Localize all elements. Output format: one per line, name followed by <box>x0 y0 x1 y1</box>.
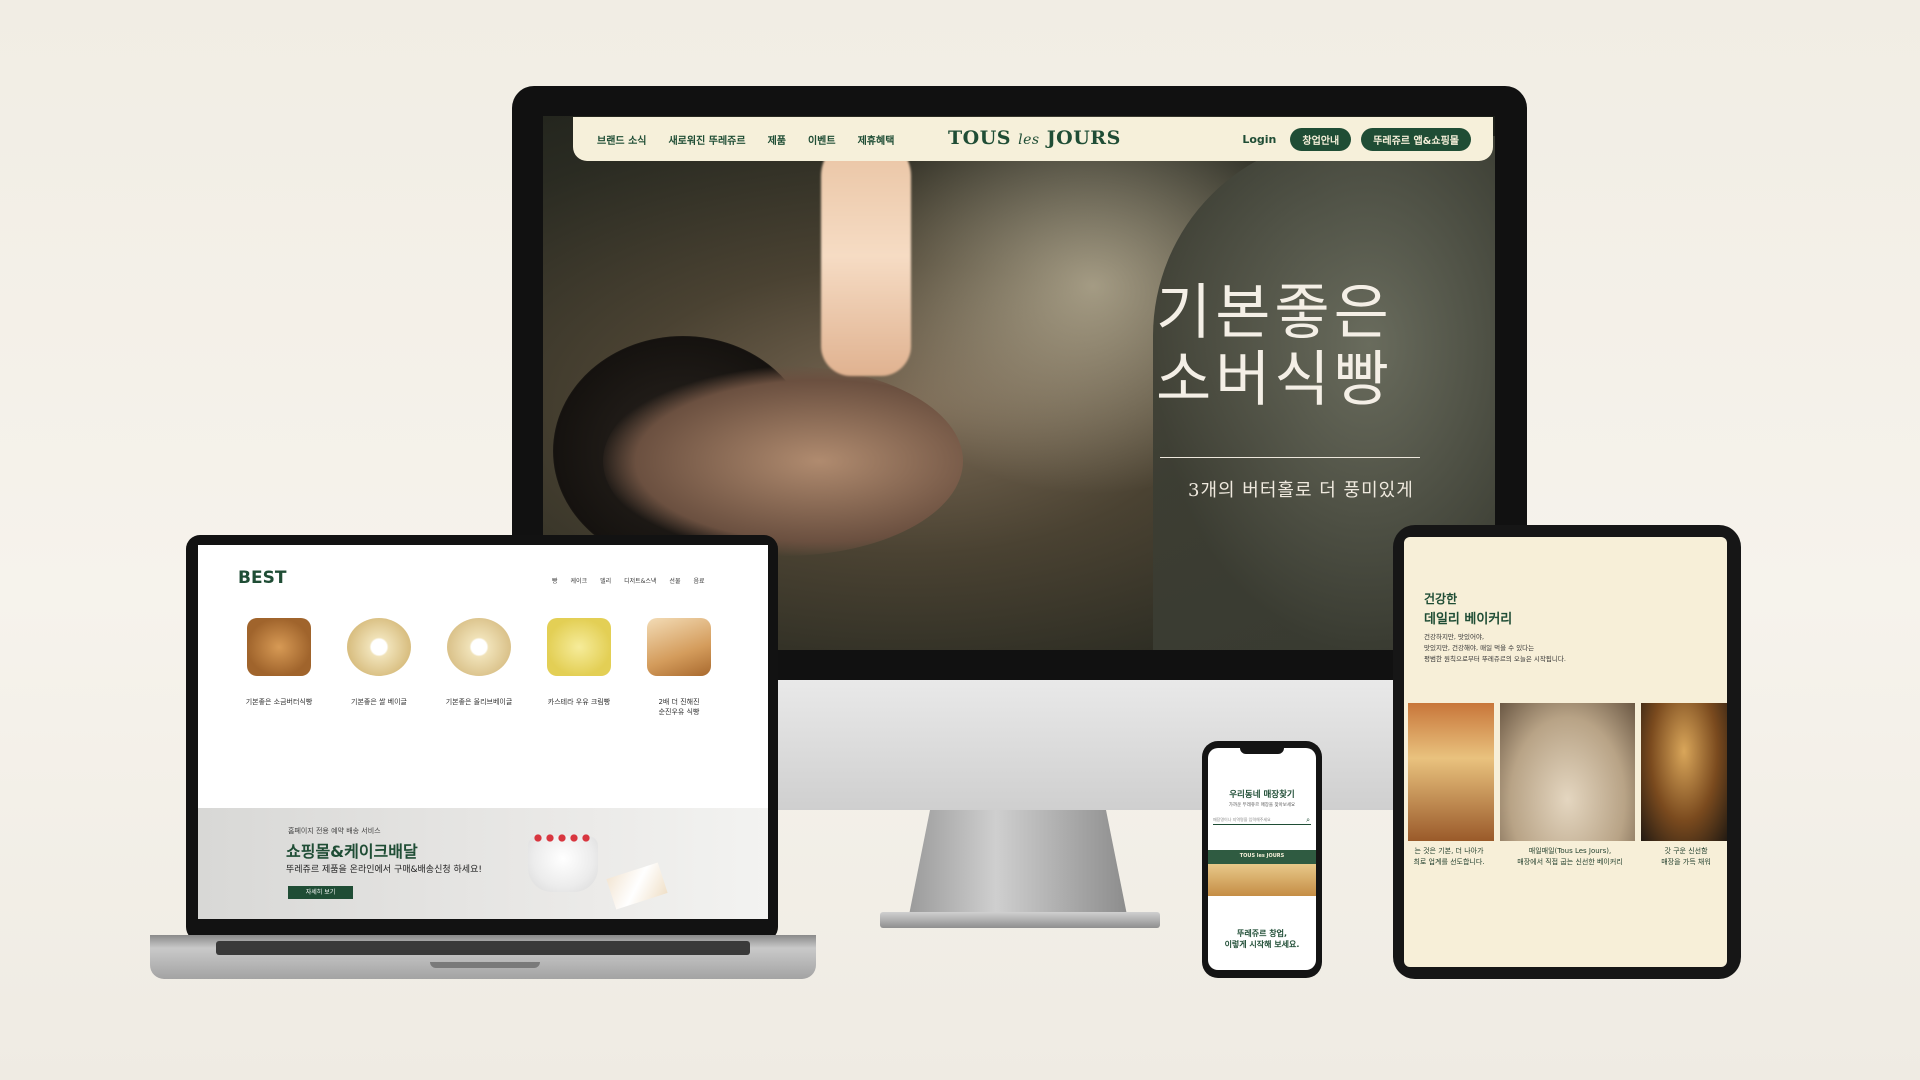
store-finder-title: 우리동네 매장찾기 <box>1229 790 1295 800</box>
store-search-input[interactable]: 매장명이나 지역명을 입력해주세요 ⌕ <box>1213 815 1311 825</box>
banner-description: 뚜레쥬르 제품을 온라인에서 구매&배송신청 하세요! <box>286 865 482 875</box>
bagel-icon <box>347 618 411 676</box>
hero-headline-line2: 소버식빵 <box>1156 345 1393 416</box>
product-name: 기본좋은 쌀 베이글 <box>351 698 407 706</box>
tab-bread[interactable]: 빵 <box>552 576 558 585</box>
baked-bread-image <box>1641 703 1727 841</box>
best-section-title: BEST <box>238 568 287 588</box>
desktop-nav-bar: 브랜드 소식 새로워진 뚜레쥬르 제품 이벤트 제휴혜택 TOUS les JO… <box>573 117 1493 161</box>
nav-right-actions: Login 창업안내 뚜레쥬르 앱&쇼핑몰 <box>1242 128 1471 151</box>
search-icon[interactable]: ⌕ <box>1306 815 1310 825</box>
product-name: 기본좋은 올리브베이글 <box>445 698 513 706</box>
tablet-title-line2: 데일리 베이커리 <box>1424 612 1513 627</box>
nav-link-partner[interactable]: 제휴혜택 <box>858 132 895 147</box>
product-name: 카스테라 우유 크림빵 <box>547 698 611 706</box>
tablet-caption: 는 것은 기본, 더 나아가 최로 업계를 선도합니다. <box>1413 847 1485 867</box>
logo-text-les: les <box>1018 132 1040 148</box>
product-card[interactable]: 기본좋은 올리브베이글 <box>434 618 524 708</box>
olive-bagel-icon <box>447 618 511 676</box>
product-card[interactable]: 기본좋은 쌀 베이글 <box>334 618 424 708</box>
nav-links: 브랜드 소식 새로워진 뚜레쥬르 제품 이벤트 제휴혜택 <box>597 132 894 147</box>
hero-subtitle: 3개의 버터홀로 더 풍미있게 <box>1188 480 1414 501</box>
store-sign: TOUS les JOURS <box>1239 853 1285 859</box>
tab-deli[interactable]: 델리 <box>600 576 611 585</box>
bread-loaf-icon <box>247 618 311 676</box>
product-card[interactable]: 기본좋은 소금버터식빵 <box>234 618 324 708</box>
storefront-image: TOUS les JOURS <box>1208 850 1316 896</box>
nav-link-new-tlj[interactable]: 새로워진 뚜레쥬르 <box>668 132 745 147</box>
banner-title: 쇼핑몰&케이크배달 <box>286 842 418 861</box>
cream-bread-icon <box>547 618 611 676</box>
phone-notch <box>1240 746 1284 754</box>
franchise-promo: 뚜레쥬르 창업, 이렇게 시작해 보세요. <box>1212 928 1312 950</box>
tab-drink[interactable]: 음료 <box>693 576 704 585</box>
laptop-hinge <box>216 941 750 955</box>
product-name: 기본좋은 소금버터식빵 <box>245 698 313 706</box>
login-link[interactable]: Login <box>1242 133 1276 146</box>
franchise-promo-line1: 뚜레쥬르 창업, <box>1237 929 1287 938</box>
product-card[interactable]: 카스테라 우유 크림빵 <box>534 618 624 708</box>
hero-headline-line1: 기본좋은 <box>1156 278 1393 348</box>
imac-stand <box>908 810 1128 920</box>
brand-logo[interactable]: TOUS les JOURS <box>948 127 1121 149</box>
nav-link-events[interactable]: 이벤트 <box>808 132 836 147</box>
logo-text-jours: JOURS <box>1046 127 1121 149</box>
tablet-caption: 매일매일(Tous Les Jours), 매장에서 직접 굽는 신선한 베이커… <box>1517 847 1623 867</box>
bakery-interior-image <box>1408 703 1494 841</box>
tab-gift[interactable]: 선물 <box>669 576 680 585</box>
tablet-title-line1: 건강한 <box>1424 592 1458 606</box>
banner-more-button[interactable]: 자세히 보기 <box>288 886 353 899</box>
hero-divider <box>1160 457 1420 458</box>
hero-headline: 기본좋은 소버식빵 <box>1156 278 1456 416</box>
franchise-promo-line2: 이렇게 시작해 보세요. <box>1224 940 1300 950</box>
product-name: 2배 더 진해진 순진우유 식빵 <box>658 698 700 716</box>
nav-link-products[interactable]: 제품 <box>768 132 786 147</box>
imac-stand-base <box>880 912 1160 928</box>
product-card[interactable]: 2배 더 진해진 순진우유 식빵 <box>634 618 724 718</box>
logo-text-tous: TOUS <box>948 127 1011 149</box>
store-finder-subtitle: 가까운 뚜레쥬르 매장을 찾아보세요 <box>1228 803 1296 808</box>
strawberry-topping-image <box>532 832 594 846</box>
nav-link-brand-news[interactable]: 브랜드 소식 <box>597 132 646 147</box>
tablet-description: 건강하지만, 맛있어야, 맛있지만, 건강해야, 매일 먹을 수 있다는 평범한… <box>1424 633 1566 664</box>
app-shop-button[interactable]: 뚜레쥬르 앱&쇼핑몰 <box>1361 128 1471 151</box>
hero-face-image <box>603 366 963 556</box>
store-search-placeholder: 매장명이나 지역명을 입력해주세요 <box>1213 817 1271 822</box>
tab-dessert-snack[interactable]: 디저트&스낵 <box>624 576 656 585</box>
banner-kicker: 홈페이지 전용 예약 배송 서비스 <box>288 827 381 835</box>
tablet-caption: 갓 구운 신선함 매장을 가득 채워 <box>1661 847 1711 867</box>
dough-kneading-image <box>1500 703 1635 841</box>
milk-bread-icon <box>647 618 711 676</box>
franchise-button[interactable]: 창업안내 <box>1290 128 1352 151</box>
laptop-notch <box>430 962 540 968</box>
hero-bread-image <box>821 136 911 376</box>
shop-banner <box>198 808 768 919</box>
best-category-tabs: 빵 케이크 델리 디저트&스낵 선물 음료 <box>552 576 705 585</box>
tab-cake[interactable]: 케이크 <box>571 576 588 585</box>
